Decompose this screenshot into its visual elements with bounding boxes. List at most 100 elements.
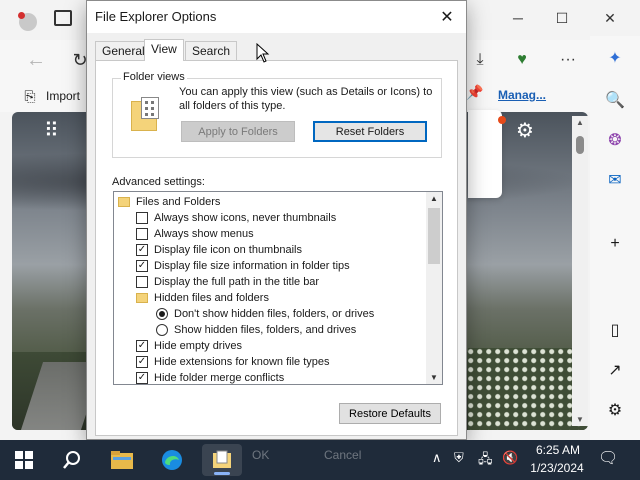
- settings-option-label: Show hidden files, folders, and drives: [174, 324, 357, 336]
- settings-category: Hidden files and folders: [136, 290, 269, 306]
- radio-unselected[interactable]: [156, 324, 168, 336]
- settings-checkbox-option[interactable]: ✓ Hide folder merge conflicts: [136, 370, 284, 384]
- folder-view-icon: [131, 97, 161, 131]
- search-icon[interactable]: 🔍: [590, 86, 640, 114]
- copilot-icon[interactable]: ✦: [590, 44, 640, 72]
- show-hidden-icons-icon[interactable]: ∧: [432, 450, 442, 466]
- folder-icon: [118, 197, 130, 207]
- checkbox-checked[interactable]: ✓: [136, 356, 148, 368]
- edge-taskbar-icon[interactable]: [152, 444, 192, 476]
- scroll-up-icon[interactable]: ▲: [576, 118, 584, 127]
- volume-muted-icon[interactable]: 🔇: [502, 450, 518, 466]
- settings-checkbox-option[interactable]: ✓ Display file size information in folder…: [136, 258, 350, 274]
- edge-sidebar: ✦ 🔍 ❂ ✉ + ▯ ↗ ⚙: [590, 36, 640, 440]
- advanced-settings-label: Advanced settings:: [112, 176, 205, 188]
- checkbox-checked[interactable]: ✓: [136, 372, 148, 384]
- tab-actions-icon[interactable]: [54, 10, 72, 26]
- open-external-icon[interactable]: ↗: [590, 356, 640, 384]
- settings-option-label: Display file icon on thumbnails: [154, 244, 302, 256]
- folder-views-description: You can apply this view (such as Details…: [179, 86, 433, 112]
- settings-checkbox-option[interactable]: Display the full path in the title bar: [136, 274, 319, 290]
- settings-option-label: Display file size information in folder …: [154, 260, 350, 272]
- manage-link[interactable]: Manag...: [498, 88, 546, 102]
- advanced-settings-list[interactable]: Files and Folders Always show icons, neve…: [113, 191, 443, 385]
- settings-checkbox-option[interactable]: ✓ Hide extensions for known file types: [136, 354, 329, 370]
- minimize-icon[interactable]: ─: [504, 4, 532, 32]
- dialog-title-bar[interactable]: File Explorer Options ✕: [87, 1, 466, 33]
- settings-option-label: Hide empty drives: [154, 340, 243, 352]
- view-tab-panel: Folder views You can apply this view (su…: [95, 60, 458, 436]
- file-explorer-options-taskbar-icon[interactable]: [202, 444, 242, 476]
- settings-option-label: Files and Folders: [136, 196, 221, 208]
- import-favorites-link[interactable]: Import: [46, 89, 80, 103]
- notifications-icon[interactable]: 🗨: [598, 448, 618, 468]
- profile-avatar-icon: [18, 12, 37, 31]
- settings-option-label: Hide extensions for known file types: [154, 356, 330, 368]
- apps-grid-icon[interactable]: ⠿: [44, 118, 59, 143]
- sidebar-settings-icon[interactable]: ⚙: [590, 396, 640, 424]
- dialog-title: File Explorer Options: [95, 9, 217, 24]
- dialog-close-icon[interactable]: ✕: [433, 5, 461, 29]
- network-icon[interactable]: 🖧: [478, 450, 493, 472]
- tab-search[interactable]: Search: [185, 41, 238, 61]
- notification-dot: [498, 116, 506, 124]
- dialog-ok-button-ghost[interactable]: OK: [252, 448, 269, 462]
- add-icon[interactable]: +: [590, 230, 640, 258]
- scroll-up-icon[interactable]: ▲: [430, 194, 438, 203]
- settings-option-label: Hidden files and folders: [154, 292, 269, 304]
- settings-option-label: Always show menus: [154, 228, 254, 240]
- scroll-down-icon[interactable]: ▼: [576, 415, 584, 424]
- settings-option-label: Don't show hidden files, folders, or dri…: [174, 308, 375, 320]
- page-settings-gear-icon[interactable]: ⚙: [516, 118, 534, 143]
- settings-checkbox-option[interactable]: Always show menus: [136, 226, 254, 242]
- settings-option-label: Display the full path in the title bar: [154, 276, 320, 288]
- folder-views-legend: Folder views: [121, 71, 187, 83]
- pin-icon[interactable]: 📌: [466, 84, 483, 101]
- sidebar-toggle-icon[interactable]: ▯: [590, 316, 640, 344]
- checkbox-checked[interactable]: ✓: [136, 244, 148, 256]
- start-button-icon[interactable]: [4, 444, 44, 476]
- profile-button[interactable]: [14, 8, 42, 36]
- settings-checkbox-option[interactable]: Always show icons, never thumbnails: [136, 210, 336, 226]
- folder-icon: [136, 293, 148, 303]
- settings-radio-option[interactable]: Don't show hidden files, folders, or dri…: [156, 306, 374, 322]
- reset-folders-button[interactable]: Reset Folders: [313, 121, 427, 142]
- scroll-thumb[interactable]: [428, 208, 440, 264]
- outlook-icon[interactable]: ✉: [590, 166, 640, 194]
- page-scrollbar[interactable]: ▲ ▼: [572, 116, 588, 426]
- file-explorer-options-dialog: File Explorer Options ✕ General View Sea…: [86, 0, 467, 440]
- taskbar-search-icon[interactable]: [52, 444, 92, 476]
- folder-views-group: Folder views You can apply this view (su…: [112, 71, 442, 158]
- file-explorer-taskbar-icon[interactable]: [102, 444, 142, 476]
- taskbar: OK Cancel ∧ ⛨ 🖧 🔇 6:25 AM 1/23/2024 🗨: [0, 440, 640, 480]
- tab-view[interactable]: View: [144, 39, 184, 61]
- advanced-settings-scrollbar[interactable]: ▲ ▼: [426, 192, 442, 384]
- close-window-icon[interactable]: ✕: [596, 4, 624, 32]
- checkbox-unchecked[interactable]: [136, 212, 148, 224]
- settings-checkbox-option[interactable]: ✓ Display file icon on thumbnails: [136, 242, 302, 258]
- more-options-icon[interactable]: ···: [554, 46, 582, 74]
- security-icon[interactable]: ⛨: [454, 450, 464, 466]
- performance-icon[interactable]: ♥: [508, 46, 536, 74]
- clock-time[interactable]: 6:25 AM: [532, 443, 584, 457]
- scroll-thumb[interactable]: [576, 136, 584, 154]
- checkbox-unchecked[interactable]: [136, 276, 148, 288]
- checkbox-checked[interactable]: ✓: [136, 260, 148, 272]
- clock-date[interactable]: 1/23/2024: [526, 461, 588, 475]
- settings-checkbox-option[interactable]: ✓ Hide empty drives: [136, 338, 242, 354]
- checkbox-unchecked[interactable]: [136, 228, 148, 240]
- apps-icon[interactable]: ❂: [590, 126, 640, 154]
- scroll-down-icon[interactable]: ▼: [430, 373, 438, 382]
- settings-option-label: Always show icons, never thumbnails: [154, 212, 337, 224]
- settings-radio-option[interactable]: Show hidden files, folders, and drives: [156, 322, 356, 338]
- import-icon[interactable]: ⎘: [20, 86, 40, 106]
- apply-to-folders-button[interactable]: Apply to Folders: [181, 121, 295, 142]
- maximize-icon[interactable]: ☐: [548, 4, 576, 32]
- radio-selected[interactable]: [156, 308, 168, 320]
- download-icon[interactable]: ⤓: [466, 46, 494, 74]
- settings-category: Files and Folders: [118, 194, 220, 210]
- restore-defaults-button[interactable]: Restore Defaults: [339, 403, 441, 424]
- dialog-cancel-button-ghost[interactable]: Cancel: [324, 448, 361, 462]
- back-icon[interactable]: ←: [22, 46, 50, 74]
- checkbox-checked[interactable]: ✓: [136, 340, 148, 352]
